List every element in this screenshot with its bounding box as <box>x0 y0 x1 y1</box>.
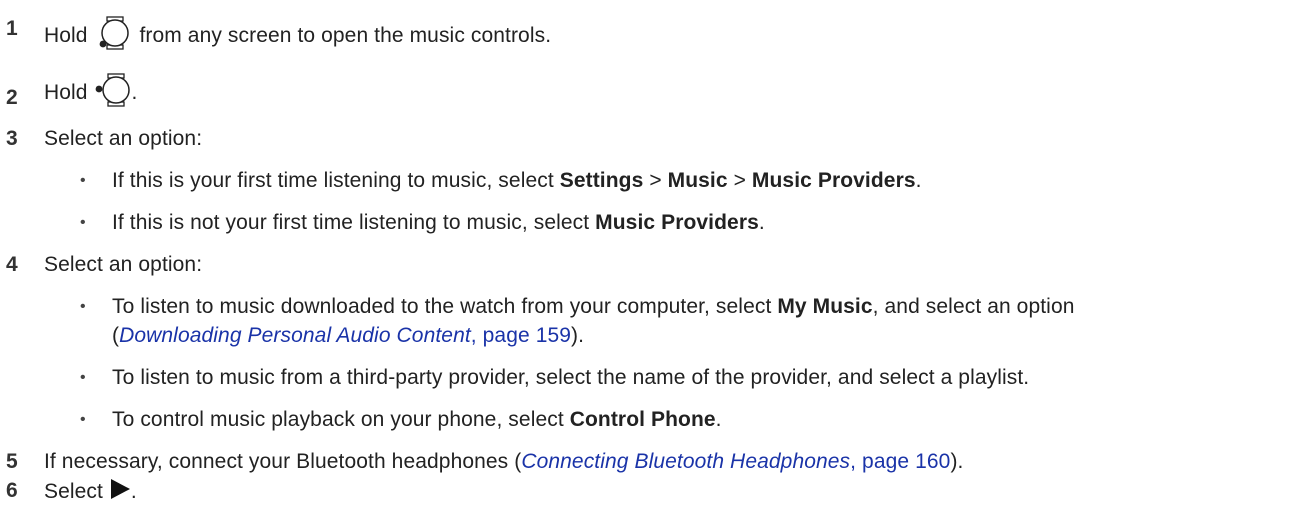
step-text: Select an option: <box>44 127 203 150</box>
bullet: • <box>80 172 86 189</box>
step-number: 5 <box>6 450 18 473</box>
step-number: 1 <box>6 17 18 40</box>
step-text: Hold <box>44 81 88 105</box>
bullet: • <box>80 411 86 428</box>
bullet: • <box>80 298 86 315</box>
cross-reference-link[interactable]: Downloading Personal Audio Content, page… <box>119 324 571 347</box>
step-number: 3 <box>6 127 18 150</box>
bullet: • <box>80 214 86 231</box>
step-text: Select an option: <box>44 253 203 276</box>
play-icon <box>109 478 131 507</box>
watch-button-bottom-left-icon <box>94 16 134 57</box>
step-number: 6 <box>6 479 18 502</box>
instruction-document: 1 Hold from any screen to open the music… <box>0 0 1306 505</box>
watch-button-left-icon <box>94 73 132 114</box>
step-text: . <box>131 81 138 105</box>
cross-reference-link[interactable]: Connecting Bluetooth Headphones, page 16… <box>521 450 950 473</box>
step-number: 2 <box>6 86 18 109</box>
bullet: • <box>80 369 86 386</box>
step-number: 4 <box>6 253 18 276</box>
step-text: Hold <box>44 24 88 48</box>
step-text: from any screen to open the music contro… <box>139 24 552 48</box>
